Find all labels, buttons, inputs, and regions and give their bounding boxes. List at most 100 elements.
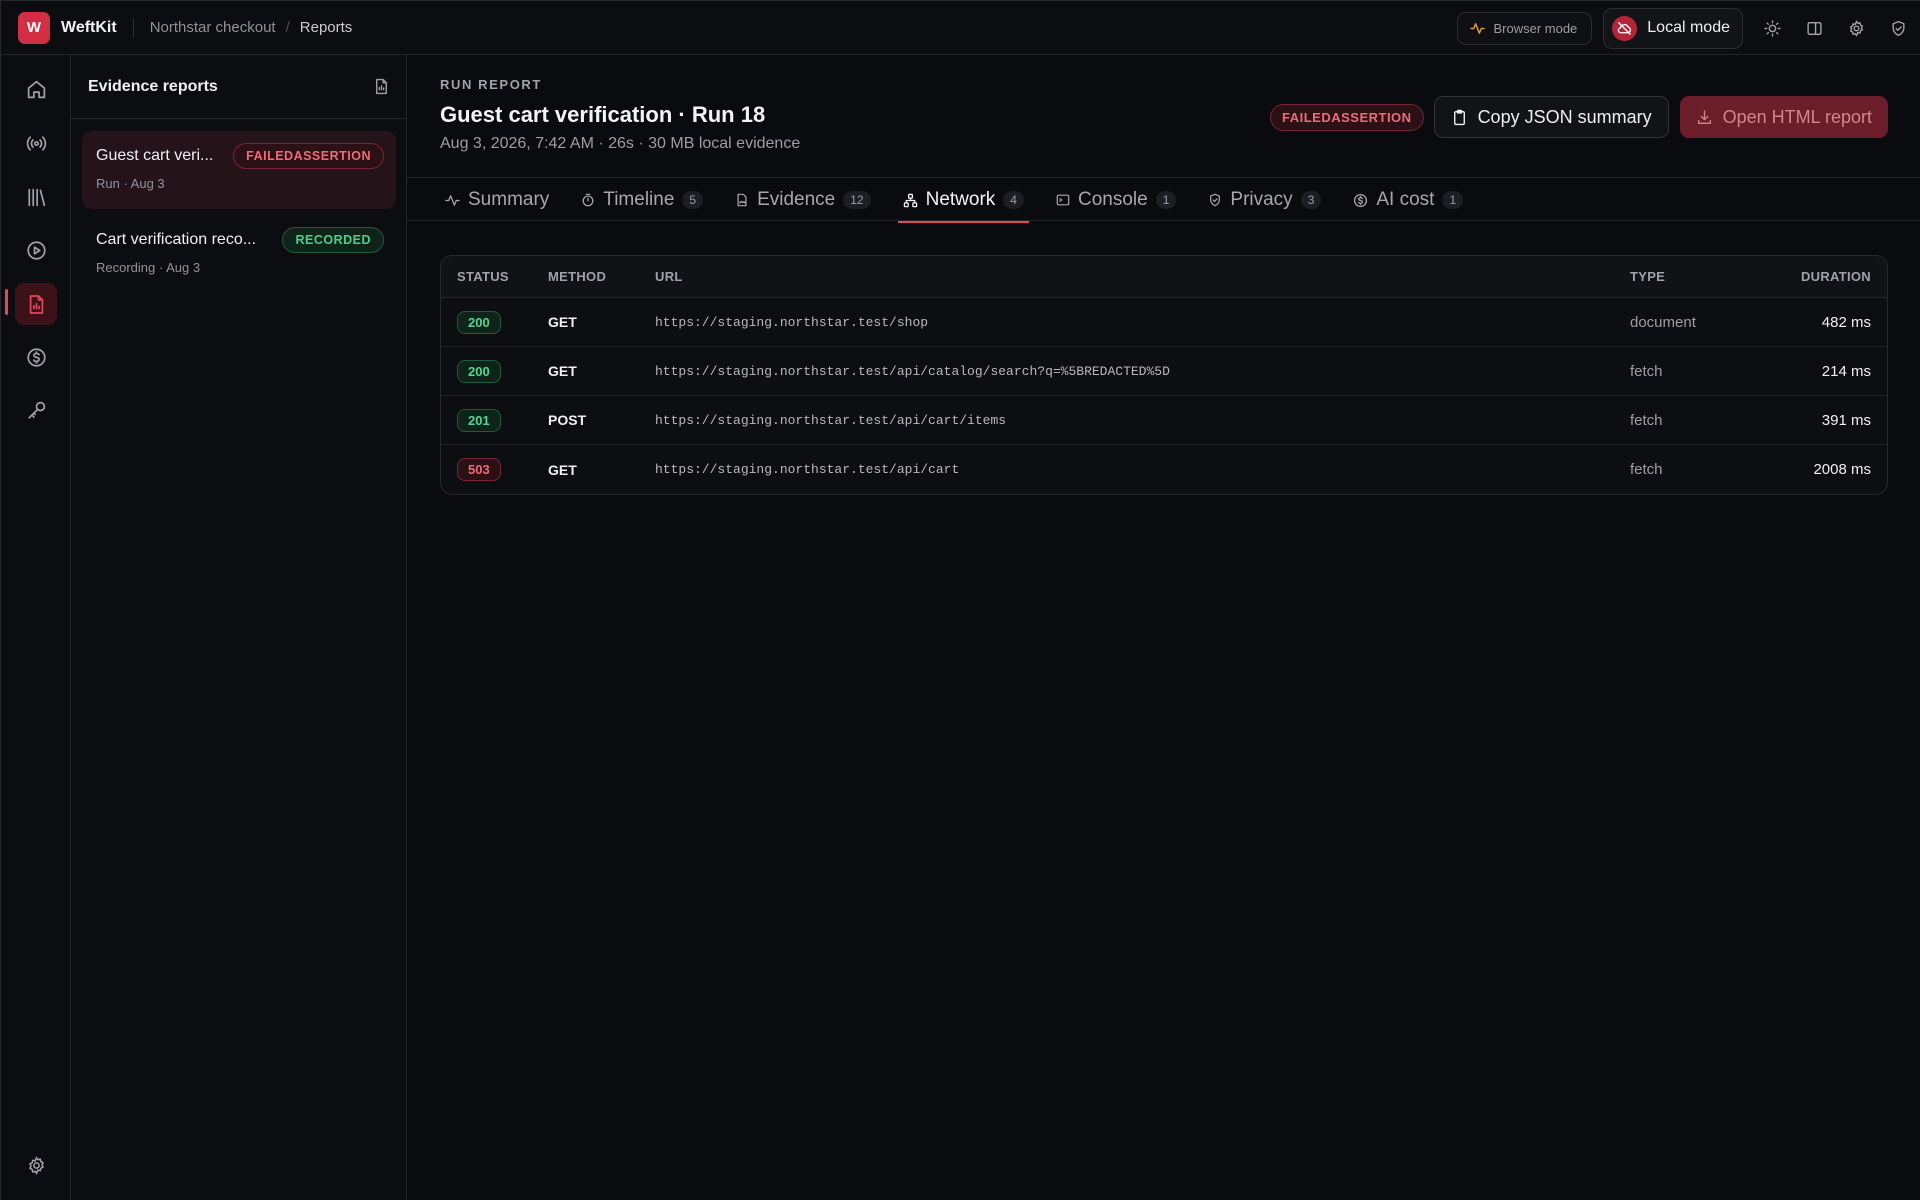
column-header-method[interactable]: METHOD (548, 269, 655, 284)
report-subtitle: Recording · Aug 3 (96, 260, 201, 275)
status-cell: 200 (441, 310, 548, 334)
method-cell: POST (548, 412, 587, 428)
page-title: Guest cart verification · Run 18 (440, 102, 766, 127)
tab-label: Summary (468, 189, 550, 210)
table-row[interactable]: 200 GET https://staging.northstar.test/s… (441, 298, 1887, 347)
column-header-type[interactable]: TYPE (1630, 269, 1760, 284)
file-image-icon (735, 193, 749, 207)
method-cell: GET (548, 461, 577, 478)
breadcrumb-separator: / (285, 19, 290, 36)
panel-toggle-icon[interactable] (1793, 1, 1835, 55)
type-cell: fetch (1630, 411, 1663, 429)
table-row[interactable]: 201 POST https://staging.northstar.test/… (441, 396, 1887, 445)
cost-coin-icon (1353, 193, 1368, 208)
tab-network[interactable]: Network 4 (897, 178, 1030, 223)
tab-console[interactable]: Console 1 (1051, 178, 1181, 222)
tab-count: 12 (843, 191, 871, 209)
breadcrumb-current: Reports (299, 19, 353, 36)
status-badge: FAILEDASSERTION (233, 143, 384, 169)
type-cell: fetch (1630, 461, 1663, 478)
settings-gear-icon[interactable] (1835, 1, 1877, 55)
top-icon-group (1751, 1, 1919, 55)
method-cell: GET (548, 314, 577, 330)
evidence-reports-panel: Evidence reports Guest cart veri... FAIL… (71, 55, 407, 1200)
status-cell: 201 (441, 408, 548, 432)
duration-cell: 2008 ms (1813, 461, 1871, 478)
home-icon[interactable] (15, 68, 57, 110)
open-html-report-button[interactable]: Open HTML report (1679, 96, 1888, 138)
terminal-icon (1056, 193, 1070, 207)
shield-check-icon[interactable] (1877, 1, 1919, 55)
copy-json-label: Copy JSON summary (1477, 106, 1652, 127)
column-header-url[interactable]: URL (655, 269, 1630, 284)
status-code-badge: 503 (457, 458, 501, 481)
status-badge: RECORDED (282, 227, 384, 253)
browser-mode-button[interactable]: Browser mode (1457, 11, 1593, 45)
top-bar: W WeftKit Northstar checkout / Reports B… (1, 1, 1920, 55)
tab-label: Privacy (1230, 189, 1293, 210)
report-subtitle: Run · Aug 3 (96, 176, 165, 191)
local-mode-button[interactable]: Local mode (1603, 7, 1743, 49)
tab-ai-cost[interactable]: AI cost 1 (1348, 178, 1468, 222)
report-list-item[interactable]: Guest cart veri... FAILEDASSERTION Run ·… (82, 131, 396, 209)
app-name: WeftKit (61, 18, 117, 36)
tab-timeline[interactable]: Timeline 5 (576, 178, 708, 222)
duration-cell: 214 ms (1821, 362, 1871, 380)
column-header-status[interactable]: STATUS (441, 269, 548, 284)
url-cell: https://staging.northstar.test/shop (655, 314, 929, 330)
app-logo[interactable]: W (18, 11, 50, 44)
type-cell: document (1630, 313, 1696, 331)
tab-label: Console (1077, 189, 1148, 210)
tab-count: 4 (1003, 191, 1024, 209)
status-badge: FAILEDASSERTION (1269, 103, 1424, 131)
tab-label: Evidence (757, 189, 836, 210)
tab-summary[interactable]: Summary (440, 178, 554, 222)
settings-gear-icon[interactable] (15, 1144, 57, 1186)
report-main: RUN REPORT Guest cart verification · Run… (407, 55, 1920, 1200)
open-html-label: Open HTML report (1722, 106, 1872, 127)
nav-rail (1, 55, 71, 1200)
breadcrumb-project[interactable]: Northstar checkout (150, 19, 276, 36)
method-cell: GET (548, 363, 577, 379)
copy-json-button[interactable]: Copy JSON summary (1433, 96, 1669, 138)
active-nav-marker (5, 289, 8, 315)
url-cell: https://staging.northstar.test/api/cart (655, 462, 960, 477)
panel-header: Evidence reports (71, 55, 406, 119)
report-title: Guest cart veri... (96, 147, 214, 164)
theme-toggle-icon[interactable] (1751, 1, 1793, 55)
browser-mode-label: Browser mode (1493, 20, 1578, 36)
clipboard-icon (1451, 109, 1468, 126)
type-cell: fetch (1630, 362, 1663, 380)
play-circle-icon[interactable] (15, 229, 57, 271)
download-icon (1696, 109, 1713, 126)
cloud-off-icon (1612, 15, 1638, 41)
tab-label: Network (925, 189, 996, 210)
table-row[interactable]: 503 GET https://staging.northstar.test/a… (441, 445, 1887, 494)
tab-evidence[interactable]: Evidence 12 (730, 178, 876, 222)
url-cell: https://staging.northstar.test/api/cart/… (655, 412, 1007, 428)
report-tabs: Summary Timeline 5 Evidence 12 Network 4… (407, 177, 1920, 223)
shield-check-icon (1208, 193, 1222, 207)
cost-coin-icon[interactable] (15, 336, 57, 378)
report-list-item[interactable]: Cart verification reco... RECORDED Recor… (82, 215, 396, 293)
key-icon[interactable] (15, 389, 57, 431)
status-cell: 503 (441, 458, 548, 481)
status-code-badge: 200 (457, 359, 501, 383)
report-title: Cart verification reco... (96, 231, 257, 248)
tab-label: Timeline (603, 189, 675, 210)
app-window: W WeftKit Northstar checkout / Reports B… (0, 0, 1920, 1200)
timer-icon (581, 193, 595, 207)
panel-title: Evidence reports (88, 77, 218, 95)
header-actions: FAILEDASSERTION Copy JSON summary Open H… (1269, 96, 1888, 138)
activity-icon (445, 193, 460, 208)
duration-cell: 391 ms (1821, 411, 1871, 429)
new-report-file-icon[interactable] (373, 78, 390, 95)
tab-privacy[interactable]: Privacy 3 (1203, 178, 1326, 222)
broadcast-icon[interactable] (15, 122, 57, 164)
column-header-duration[interactable]: DURATION (1760, 269, 1887, 284)
table-row[interactable]: 200 GET https://staging.northstar.test/a… (441, 347, 1887, 396)
library-icon[interactable] (15, 176, 57, 218)
status-code-badge: 201 (457, 408, 501, 432)
report-file-icon[interactable] (15, 283, 57, 325)
tab-count: 1 (1155, 191, 1177, 209)
